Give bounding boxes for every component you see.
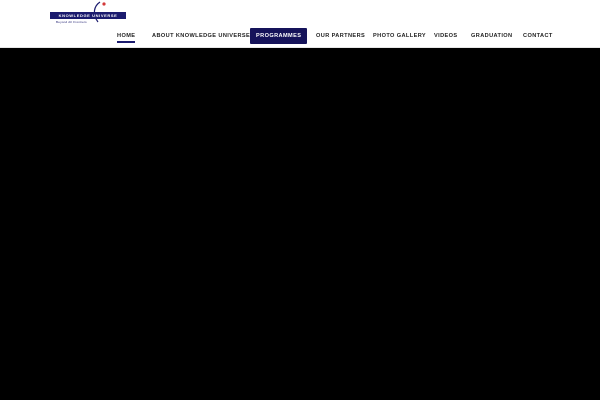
- logo-wordmark: KNOWLEDGE UNIVERSE: [50, 12, 126, 19]
- nav-item-photo-gallery[interactable]: PHOTO GALLERY: [373, 28, 426, 44]
- nav-item-partners[interactable]: OUR PARTNERS: [316, 28, 365, 44]
- site-logo[interactable]: KNOWLEDGE UNIVERSE Beyond All Frontiers: [50, 1, 130, 24]
- logo-tagline: Beyond All Frontiers: [56, 20, 87, 24]
- nav-item-graduation[interactable]: GRADUATION: [471, 28, 513, 44]
- nav-item-videos[interactable]: VIDEOS: [434, 28, 458, 44]
- nav-item-contact[interactable]: CONTACT: [523, 28, 553, 44]
- nav-item-about[interactable]: ABOUT KNOWLEDGE UNIVERSE: [152, 28, 250, 44]
- site-header: KNOWLEDGE UNIVERSE Beyond All Frontiers …: [0, 0, 600, 48]
- nav-item-programmes[interactable]: PROGRAMMES: [250, 28, 308, 44]
- hero-banner: [0, 48, 600, 400]
- main-navigation: HOME ABOUT KNOWLEDGE UNIVERSE PROGRAMMES…: [0, 28, 600, 46]
- nav-item-home[interactable]: HOME: [117, 28, 136, 44]
